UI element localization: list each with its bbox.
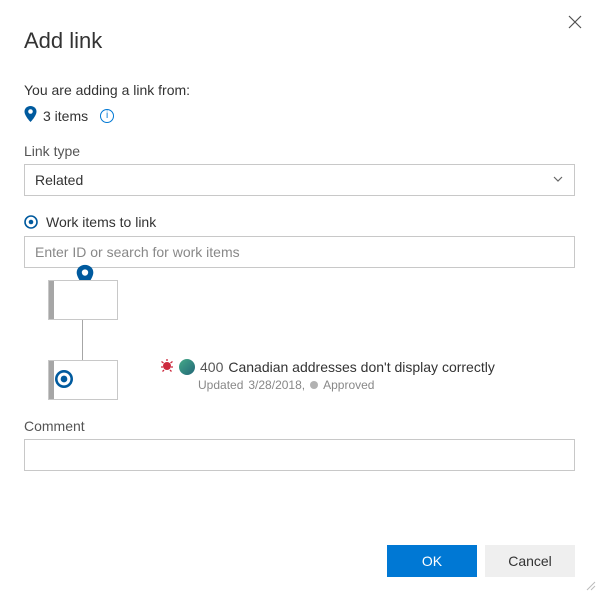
work-items-label: Work items to link <box>46 214 156 230</box>
target-node <box>48 360 118 400</box>
add-link-dialog: Add link You are adding a link from: 3 i… <box>0 0 599 491</box>
link-type-value: Related <box>35 172 83 188</box>
state-dot-icon <box>310 381 318 389</box>
dialog-footer: OK Cancel <box>387 545 575 577</box>
bug-icon <box>160 358 174 375</box>
avatar <box>179 359 195 375</box>
comment-input[interactable] <box>24 439 575 471</box>
comment-label: Comment <box>24 418 575 434</box>
from-row: 3 items i <box>24 106 575 125</box>
linked-work-item[interactable]: 400 Canadian addresses don't display cor… <box>160 358 495 392</box>
updated-label: Updated <box>198 378 243 392</box>
pin-icon <box>24 106 37 125</box>
intro-text: You are adding a link from: <box>24 82 575 98</box>
relation-tree: 400 Canadian addresses don't display cor… <box>42 280 575 400</box>
dialog-title: Add link <box>24 28 575 54</box>
work-items-header: Work items to link <box>24 214 575 230</box>
work-items-search-input[interactable] <box>24 236 575 268</box>
target-icon <box>55 370 73 391</box>
cancel-button[interactable]: Cancel <box>485 545 575 577</box>
link-type-select[interactable]: Related <box>24 164 575 196</box>
chevron-down-icon <box>552 172 564 188</box>
updated-date: 3/28/2018, <box>248 378 305 392</box>
items-count: 3 items <box>43 108 88 124</box>
close-icon <box>568 15 582 29</box>
close-button[interactable] <box>565 12 585 32</box>
source-node <box>48 280 118 320</box>
ok-button[interactable]: OK <box>387 545 477 577</box>
work-item-id: 400 <box>200 359 223 375</box>
link-type-label: Link type <box>24 143 575 159</box>
work-item-state: Approved <box>323 378 374 392</box>
target-icon <box>24 215 38 229</box>
work-item-title: Canadian addresses don't display correct… <box>228 359 495 375</box>
tree-connector <box>82 320 83 360</box>
info-icon[interactable]: i <box>100 109 114 123</box>
resize-grip-icon[interactable] <box>584 578 596 590</box>
